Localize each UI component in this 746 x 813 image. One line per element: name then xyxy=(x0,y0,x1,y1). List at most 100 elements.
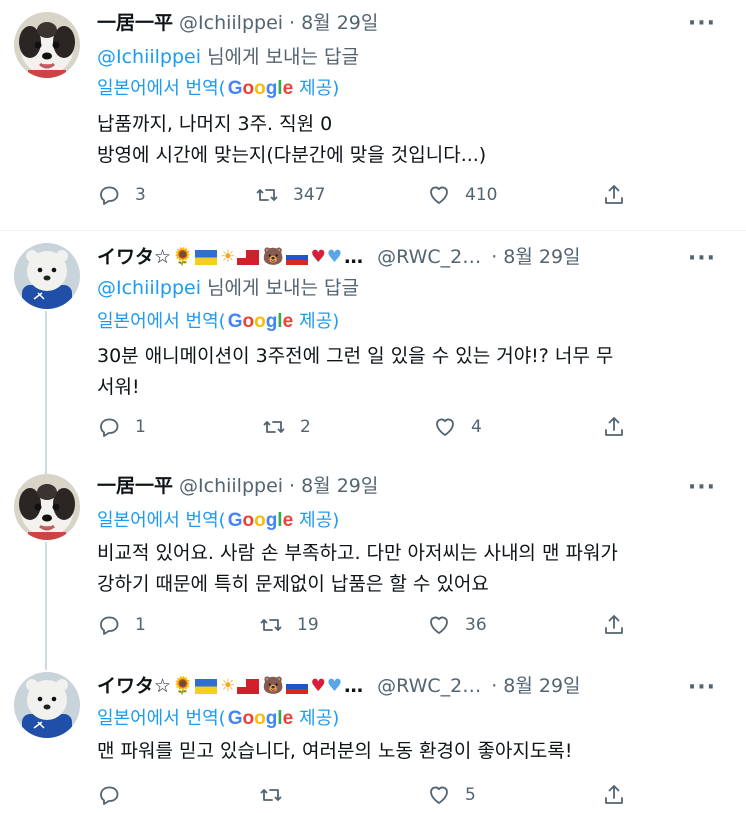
display-name[interactable]: 一居一平 xyxy=(97,9,173,37)
more-options-icon[interactable]: ··· xyxy=(688,13,716,35)
tweet-text-content: 30분 애니메이션이 3주전에 그런 일 있을 수 있는 거야!? 너무 무 서… xyxy=(97,345,614,398)
mention-link[interactable]: @Ichiilppei xyxy=(97,277,201,299)
bear-avatar-icon xyxy=(14,672,80,738)
retweet-icon xyxy=(263,421,285,433)
more-options-icon[interactable]: ··· xyxy=(688,477,716,499)
user-handle[interactable]: @Ichiilppei xyxy=(179,472,283,500)
tweet-date[interactable]: 8월 29일 xyxy=(301,9,378,37)
reply-icon xyxy=(100,786,119,805)
share-icon xyxy=(605,785,623,804)
like-button[interactable]: 5 xyxy=(427,783,476,807)
tweet-text-content: 비교적 있어요. 사람 손 부족하고. 다만 아저씨는 사내의 맨 파워가 강하… xyxy=(97,542,618,595)
translate-link[interactable]: 일본어에서 번역( Google 제공) xyxy=(97,309,339,335)
tweet-4[interactable]: イワタ☆ 🌻 ☀ 🐻 ♥ ♥ … @RWC_2… · 8월 29일 ··· 일본… xyxy=(0,660,746,813)
translate-label[interactable]: 일본어에서 번역 xyxy=(97,508,219,534)
tweet-2[interactable]: イワタ☆ 🌻 ☀ 🐻 ♥ ♥ … @RWC_2… · 8월 29일 ··· @I… xyxy=(0,231,746,481)
like-button[interactable]: 4 xyxy=(433,415,482,439)
thread-line xyxy=(45,311,47,481)
translate-paren-open: ( xyxy=(218,708,226,729)
user-handle[interactable]: @Ichiilppei xyxy=(179,9,283,37)
translate-link[interactable]: 일본어에서 번역( Google 제공) xyxy=(97,76,339,102)
heart-icon xyxy=(430,186,448,204)
retweet-count: 19 xyxy=(297,615,319,635)
more-options-icon[interactable]: ··· xyxy=(688,248,716,270)
heart-icon xyxy=(436,418,454,436)
reply-count: 1 xyxy=(135,615,146,635)
user-handle[interactable]: @RWC_2… xyxy=(377,243,481,271)
mention-link[interactable]: @Ichiilppei xyxy=(97,46,201,68)
share-button[interactable] xyxy=(602,783,640,807)
retweet-icon xyxy=(260,789,282,801)
retweet-button[interactable] xyxy=(259,783,297,807)
sunflower-icon: 🌻 xyxy=(172,247,194,267)
display-name[interactable]: イワタ☆ xyxy=(97,243,171,271)
tweet-header: イワタ☆ 🌻 ☀ 🐻 ♥ ♥ … @RWC_2… · 8월 29일 xyxy=(97,243,581,271)
avatar-iwata[interactable] xyxy=(14,672,80,738)
tonga-flag-icon xyxy=(237,678,260,694)
avatar-iwata[interactable] xyxy=(14,243,80,309)
bear-icon: 🐻 xyxy=(262,676,284,696)
reply-count: 3 xyxy=(135,185,146,205)
google-logo: Google xyxy=(227,311,294,332)
tweet-date[interactable]: 8월 29일 xyxy=(503,243,580,271)
user-handle[interactable]: @RWC_2… xyxy=(377,672,481,700)
translate-link[interactable]: 일본어에서 번역( Google 제공) xyxy=(97,706,339,732)
separator-dot: · xyxy=(289,475,296,497)
translate-provider-suffix: 제공) xyxy=(299,311,340,332)
tweet-text: 30분 애니메이션이 3주전에 그런 일 있을 수 있는 거야!? 너무 무 서… xyxy=(97,341,717,403)
avatar-ichiilppei[interactable] xyxy=(14,12,80,78)
retweet-icon xyxy=(260,619,282,631)
tweet-date[interactable]: 8월 29일 xyxy=(503,672,580,700)
google-logo: Google xyxy=(227,78,294,99)
separator-dot: · xyxy=(491,246,498,268)
reply-button[interactable]: 1 xyxy=(97,613,146,637)
like-count: 4 xyxy=(471,417,482,437)
tweet-actions: 5 xyxy=(97,783,637,813)
reply-button[interactable]: 3 xyxy=(97,183,146,207)
reply-icon xyxy=(100,616,119,635)
translate-label[interactable]: 일본어에서 번역 xyxy=(97,309,219,335)
translate-label[interactable]: 일본어에서 번역 xyxy=(97,76,219,102)
tweet-3[interactable]: 一居一平 @Ichiilppei · 8월 29일 ··· 일본어에서 번역( … xyxy=(0,462,746,670)
reply-to-line: @Ichiilppei 님에게 보내는 답글 xyxy=(97,275,359,301)
translate-paren-open: ( xyxy=(218,311,226,332)
reply-to-suffix: 님에게 보내는 답글 xyxy=(201,277,359,299)
avatar-ichiilppei[interactable] xyxy=(14,474,80,540)
reply-count: 1 xyxy=(135,417,146,437)
tweet-header: イワタ☆ 🌻 ☀ 🐻 ♥ ♥ … @RWC_2… · 8월 29일 xyxy=(97,672,581,700)
heart-icon xyxy=(430,616,448,634)
reply-button[interactable] xyxy=(97,783,135,807)
like-button[interactable]: 410 xyxy=(427,183,497,207)
ukraine-flag-icon xyxy=(195,249,218,265)
translate-link[interactable]: 일본어에서 번역( Google 제공) xyxy=(97,508,339,534)
display-name[interactable]: イワタ☆ xyxy=(97,672,171,700)
tweet-date[interactable]: 8월 29일 xyxy=(301,472,378,500)
share-icon xyxy=(605,615,623,634)
thread-line xyxy=(45,542,47,670)
retweet-count: 2 xyxy=(300,417,311,437)
tweet-header: 一居一平 @Ichiilppei · 8월 29일 xyxy=(97,472,378,500)
tweet-1[interactable]: 一居一平 @Ichiilppei · 8월 29일 ··· @Ichiilppe… xyxy=(0,0,746,230)
separator-dot: · xyxy=(289,12,296,34)
translate-label[interactable]: 일본어에서 번역 xyxy=(97,706,219,732)
translate-paren-open: ( xyxy=(218,510,226,531)
reply-button[interactable]: 1 xyxy=(97,415,146,439)
share-button[interactable] xyxy=(602,613,640,637)
translate-provider-suffix: 제공) xyxy=(299,510,340,531)
share-button[interactable] xyxy=(602,415,640,439)
tweet-text: 비교적 있어요. 사람 손 부족하고. 다만 아저씨는 사내의 맨 파워가 강하… xyxy=(97,538,717,600)
translate-paren-open: ( xyxy=(218,78,226,99)
share-button[interactable] xyxy=(602,183,640,207)
sun-icon: ☀ xyxy=(220,247,236,267)
dog-avatar-icon xyxy=(14,474,80,540)
bear-avatar-icon xyxy=(14,243,80,309)
more-options-icon[interactable]: ··· xyxy=(688,677,716,699)
share-icon xyxy=(605,417,623,436)
like-button[interactable]: 36 xyxy=(427,613,487,637)
retweet-button[interactable]: 2 xyxy=(262,415,311,439)
display-name[interactable]: 一居一平 xyxy=(97,472,173,500)
tweet-actions: 1 19 36 xyxy=(97,613,637,643)
retweet-button[interactable]: 19 xyxy=(259,613,319,637)
retweet-button[interactable]: 347 xyxy=(255,183,325,207)
tweet-text: 맨 파워를 믿고 있습니다, 여러분의 노동 환경이 좋아지도록! xyxy=(97,736,717,767)
